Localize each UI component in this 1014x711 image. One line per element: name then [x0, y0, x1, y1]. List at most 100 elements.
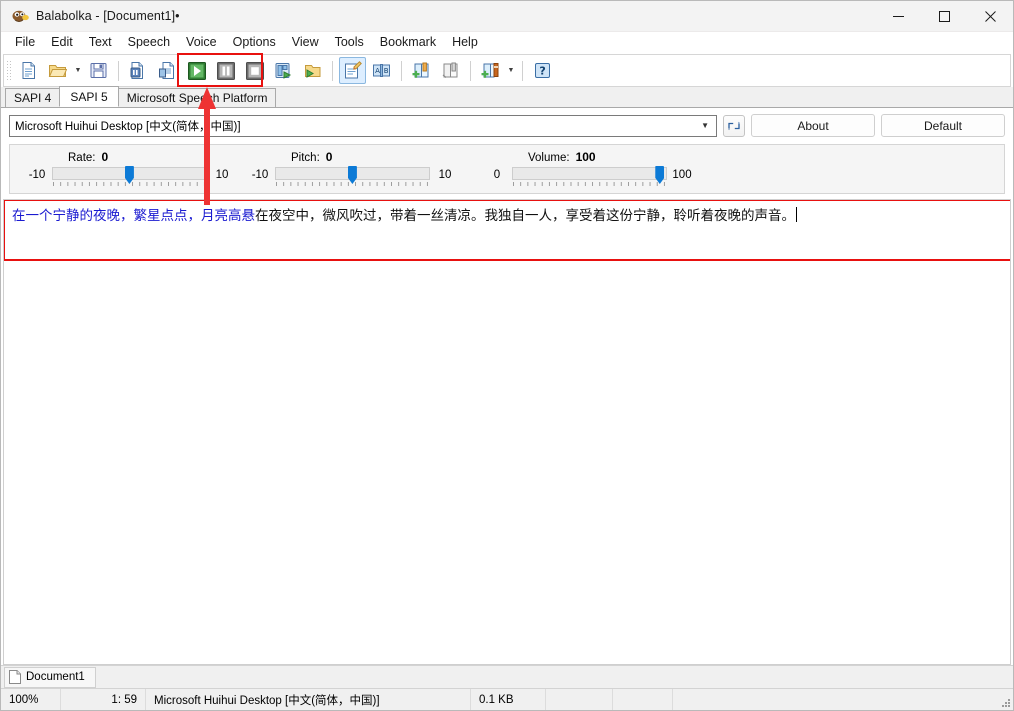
spell-check-button[interactable]: A B — [368, 57, 395, 84]
menu-help[interactable]: Help — [444, 33, 486, 53]
save-to-audio-file-button[interactable] — [270, 57, 297, 84]
menu-view[interactable]: View — [284, 33, 327, 53]
pitch-label: Pitch: — [291, 152, 320, 164]
rate-label: Rate: — [68, 152, 96, 164]
rate-label-row: Rate: 0 — [68, 150, 237, 164]
open-audio-folder-button[interactable] — [299, 57, 326, 84]
text-editor[interactable]: 在一个宁静的夜晚，繁星点点，月亮高悬在夜空中，微风吹过，带着一丝清凉。我独自一人… — [3, 199, 1011, 665]
volume-slider[interactable] — [512, 166, 667, 188]
document-tab-document1[interactable]: Document1 — [4, 666, 96, 688]
voice-settings-panel: Microsoft Huihui Desktop [中文(简体，中国)] ▼ A… — [1, 108, 1013, 194]
resize-grip[interactable] — [997, 689, 1013, 710]
tab-sapi5-label: SAPI 5 — [70, 89, 108, 104]
status-extra-1 — [546, 689, 613, 710]
document-tabstrip: Document1 — [1, 665, 1013, 688]
document-page-icon — [9, 670, 21, 684]
tab-sapi4[interactable]: SAPI 4 — [5, 88, 61, 107]
remaining-text-segment: 在夜空中，微风吹过，带着一丝清凉。我独自一人，享受着这份宁静，聆听着夜晚的声音。 — [255, 208, 795, 224]
maximize-button[interactable] — [921, 1, 967, 32]
status-voice: Microsoft Huihui Desktop [中文(简体，中国)] — [146, 689, 471, 710]
add-dictionary-button[interactable] — [477, 57, 504, 84]
rate-slider-row: -10 10 — [22, 166, 237, 188]
pitch-slider[interactable] — [275, 166, 430, 188]
balabolka-window: Balabolka - [Document1]• File Edit Text … — [0, 0, 1014, 711]
save-file-button[interactable] — [85, 57, 112, 84]
status-file-size: 0.1 KB — [471, 689, 546, 710]
tab-msp-label: Microsoft Speech Platform — [126, 91, 268, 105]
rate-slider[interactable] — [52, 166, 207, 188]
minimize-button[interactable] — [875, 1, 921, 32]
volume-label: Volume: — [528, 152, 570, 164]
add-dictionary-dropdown-arrow[interactable]: ▼ — [505, 57, 517, 84]
toolbar-separator-5 — [522, 60, 523, 81]
menu-edit[interactable]: Edit — [43, 33, 81, 53]
toolbar-separator-1 — [118, 60, 119, 81]
main-toolbar: ▼ A B ▼ ? — [3, 53, 1011, 87]
menu-text[interactable]: Text — [81, 33, 120, 53]
pitch-min-label: -10 — [251, 169, 269, 181]
rate-min-label: -10 — [28, 169, 46, 181]
volume-max-label: 100 — [672, 169, 692, 181]
help-button[interactable]: ? — [529, 57, 556, 84]
tab-sapi5[interactable]: SAPI 5 — [59, 86, 119, 107]
status-extra-2 — [613, 689, 673, 710]
toolbar-separator-3 — [401, 60, 402, 81]
save-as-audio-button[interactable] — [125, 57, 152, 84]
chevron-down-icon: ▼ — [701, 121, 709, 130]
toolbar-separator-4 — [470, 60, 471, 81]
default-button-label: Default — [923, 118, 963, 133]
text-caret — [796, 207, 797, 222]
menu-bookmark[interactable]: Bookmark — [372, 33, 444, 53]
title-bar: Balabolka - [Document1]• — [1, 1, 1013, 32]
about-button[interactable]: About — [751, 114, 875, 137]
menu-voice[interactable]: Voice — [178, 33, 225, 53]
toolbar-grip[interactable] — [6, 59, 11, 82]
voice-sliders-panel: Rate: 0 -10 10 Pitch: 0 -10 10 Volume: 1… — [9, 144, 1005, 194]
tab-sapi4-label: SAPI 4 — [14, 91, 52, 105]
svg-text:A: A — [375, 67, 380, 75]
text-editor-content[interactable]: 在一个宁静的夜晚，繁星点点，月亮高悬在夜空中，微风吹过，带着一丝清凉。我独自一人… — [4, 200, 1010, 226]
play-button[interactable] — [183, 57, 210, 84]
open-file-dropdown-arrow[interactable]: ▼ — [72, 57, 84, 84]
new-document-button[interactable] — [15, 57, 42, 84]
volume-slider-ticks — [512, 182, 667, 188]
svg-text:B: B — [384, 67, 389, 75]
add-bookmark-button[interactable] — [408, 57, 435, 84]
menu-tools[interactable]: Tools — [327, 33, 372, 53]
toolbar-separator-2 — [332, 60, 333, 81]
pause-button[interactable] — [212, 57, 239, 84]
menu-file[interactable]: File — [7, 33, 43, 53]
menu-speech[interactable]: Speech — [120, 33, 178, 53]
voice-select[interactable]: Microsoft Huihui Desktop [中文(简体，中国)] ▼ — [9, 114, 717, 137]
volume-min-label: 0 — [493, 169, 501, 181]
bookmark-list-button[interactable] — [437, 57, 464, 84]
status-bar: 100% 1: 59 Microsoft Huihui Desktop [中文(… — [1, 688, 1013, 710]
pitch-value: 0 — [325, 150, 333, 164]
tab-microsoft-speech-platform[interactable]: Microsoft Speech Platform — [117, 88, 277, 107]
volume-label-row: Volume: 100 — [528, 150, 697, 164]
pitch-slider-row: -10 10 — [245, 166, 460, 188]
volume-value: 100 — [575, 150, 596, 164]
batch-conversion-button[interactable] — [154, 57, 181, 84]
edit-text-button[interactable] — [339, 57, 366, 84]
svg-text:?: ? — [539, 65, 545, 78]
volume-slider-group: Volume: 100 0 100 — [482, 145, 697, 193]
spoken-text-segment: 在一个宁静的夜晚，繁星点点，月亮高悬 — [12, 208, 255, 224]
document-tab-label: Document1 — [26, 671, 85, 683]
voice-select-value: Microsoft Huihui Desktop [中文(简体，中国)] — [15, 120, 241, 133]
menu-bar: File Edit Text Speech Voice Options View… — [1, 32, 1013, 53]
refresh-voices-button[interactable] — [723, 114, 745, 137]
menu-options[interactable]: Options — [225, 33, 284, 53]
status-cursor-position: 1: 59 — [61, 689, 146, 710]
open-file-button[interactable] — [44, 57, 71, 84]
stop-button[interactable] — [241, 57, 268, 84]
voice-selection-row: Microsoft Huihui Desktop [中文(简体，中国)] ▼ A… — [9, 114, 1005, 137]
rate-max-label: 10 — [215, 169, 229, 181]
close-button[interactable] — [967, 1, 1013, 32]
window-title: Balabolka - [Document1]• — [36, 9, 180, 23]
default-button[interactable]: Default — [881, 114, 1005, 137]
app-logo-icon — [10, 7, 32, 25]
pitch-slider-group: Pitch: 0 -10 10 — [245, 145, 460, 193]
pitch-label-row: Pitch: 0 — [291, 150, 460, 164]
status-zoom[interactable]: 100% — [1, 689, 61, 710]
